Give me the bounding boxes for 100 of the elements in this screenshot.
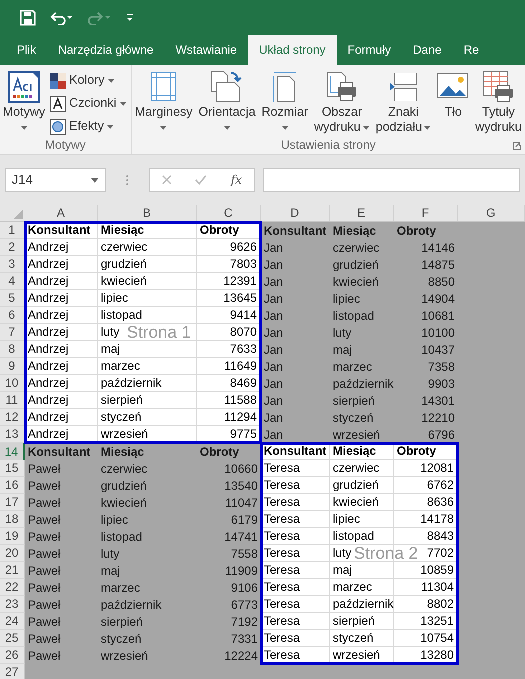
ribbon-tab[interactable]: Plik xyxy=(6,35,48,65)
orientation-icon xyxy=(211,71,244,103)
select-all-icon[interactable] xyxy=(14,210,23,219)
undo-icon[interactable] xyxy=(50,10,74,24)
ribbon-tab[interactable]: Formuły xyxy=(336,35,402,65)
row-header[interactable]: 23 xyxy=(0,596,25,613)
print-area-button[interactable]: Obszar wydruku xyxy=(311,69,373,136)
formula-input[interactable] xyxy=(263,168,520,192)
table-cell: lipiec xyxy=(330,511,394,528)
table-cell: 9626 xyxy=(197,239,261,256)
table-cell: październik xyxy=(98,375,197,392)
themes-button[interactable]: Motywy xyxy=(0,69,48,136)
check-icon[interactable] xyxy=(195,175,208,185)
table-cell: Teresa xyxy=(261,596,330,613)
font-icon xyxy=(50,96,66,112)
ribbon-tab[interactable]: Dane xyxy=(402,35,453,65)
dialog-launcher-icon[interactable] xyxy=(513,142,521,150)
print-titles-button[interactable]: Tytuły wydruku xyxy=(472,69,525,136)
table-cell: Teresa xyxy=(261,477,330,494)
size-button[interactable]: Rozmiar xyxy=(258,69,312,136)
row-header[interactable]: 1 xyxy=(0,222,25,239)
column-header[interactable]: G xyxy=(458,205,525,221)
row-header[interactable]: 14 xyxy=(0,443,25,460)
page-breaks-icon xyxy=(388,72,419,102)
row-header[interactable]: 3 xyxy=(0,256,25,273)
colors-button[interactable]: Kolory xyxy=(50,71,127,90)
ribbon-tab[interactable]: Układ strony xyxy=(248,35,337,65)
background-button[interactable]: Tło xyxy=(434,69,472,136)
row-header[interactable]: 8 xyxy=(0,341,25,358)
table-cell: 8070 xyxy=(197,324,261,341)
row-header[interactable]: 24 xyxy=(0,613,25,630)
row-header[interactable]: 13 xyxy=(0,426,25,443)
cancel-icon[interactable] xyxy=(162,175,172,185)
table-cell: Teresa xyxy=(261,562,330,579)
row-header[interactable]: 16 xyxy=(0,477,25,494)
table-cell: 13251 xyxy=(394,613,458,630)
row-header[interactable]: 9 xyxy=(0,358,25,375)
table-cell: kwiecień xyxy=(98,273,197,290)
table-cell: 8469 xyxy=(197,375,261,392)
table-cell: listopad xyxy=(330,528,394,545)
row-header[interactable]: 17 xyxy=(0,494,25,511)
insert-function-button[interactable]: fx xyxy=(230,171,242,189)
row-header[interactable]: 6 xyxy=(0,307,25,324)
customize-toolbar-icon[interactable] xyxy=(126,14,134,22)
row-header[interactable]: 5 xyxy=(0,290,25,307)
table-cell: styczeń xyxy=(98,409,197,426)
table-cell: 7803 xyxy=(197,256,261,273)
column-header[interactable]: F xyxy=(394,205,458,221)
row-header[interactable]: 18 xyxy=(0,511,25,528)
breaks-button[interactable]: Znaki podziału xyxy=(372,69,434,136)
column-header[interactable]: E xyxy=(330,205,394,221)
table-cell: czerwiec xyxy=(330,460,394,477)
column-header[interactable]: B xyxy=(98,205,197,221)
table-cell: Andrzej xyxy=(25,409,98,426)
table-cell: Andrzej xyxy=(25,256,98,273)
table-cell: 13645 xyxy=(197,290,261,307)
row-header[interactable]: 4 xyxy=(0,273,25,290)
row-header[interactable]: 11 xyxy=(0,392,25,409)
orientation-button[interactable]: Orientacja xyxy=(196,69,259,136)
ribbon-tab[interactable]: Wstawianie xyxy=(164,35,248,65)
row-header[interactable]: 10 xyxy=(0,375,25,392)
page-label: Strona 1 xyxy=(127,324,192,341)
table-cell: Teresa xyxy=(261,528,330,545)
fonts-button[interactable]: Czcionki xyxy=(50,94,127,113)
page-size-icon xyxy=(272,71,298,103)
row-header[interactable]: 12 xyxy=(0,409,25,426)
column-header[interactable]: A xyxy=(25,205,98,221)
effects-button[interactable]: Efekty xyxy=(50,117,127,136)
ribbon-tab[interactable]: Narzędzia główne xyxy=(47,35,165,65)
column-header[interactable]: D xyxy=(261,205,330,221)
drag-handle-icon[interactable] xyxy=(126,174,129,186)
row-header[interactable]: 20 xyxy=(0,545,25,562)
table-cell: Andrzej xyxy=(25,290,98,307)
row-header[interactable]: 7 xyxy=(0,324,25,341)
table-cell: Teresa xyxy=(261,494,330,511)
row-header[interactable]: 25 xyxy=(0,630,25,647)
table-cell: grudzień xyxy=(98,256,197,273)
row-header[interactable]: 19 xyxy=(0,528,25,545)
row-header[interactable]: 26 xyxy=(0,647,25,664)
ribbon-tab[interactable]: Re xyxy=(452,35,490,65)
table-cell: 11588 xyxy=(197,392,261,409)
margins-button[interactable]: Marginesy xyxy=(132,69,196,136)
redo-icon[interactable] xyxy=(88,10,112,24)
table-cell: marzec xyxy=(98,358,197,375)
page-label: Strona 2 xyxy=(354,545,418,562)
table-cell: Andrzej xyxy=(25,375,98,392)
column-header[interactable]: C xyxy=(197,205,261,221)
save-icon[interactable] xyxy=(20,10,36,26)
row-header[interactable]: 15 xyxy=(0,460,25,477)
table-cell: październik xyxy=(330,596,394,613)
name-box[interactable]: J14 xyxy=(5,168,106,192)
row-header[interactable]: 2 xyxy=(0,239,25,256)
row-header[interactable]: 27 xyxy=(0,664,25,679)
margins-icon xyxy=(150,72,177,102)
row-header[interactable]: 22 xyxy=(0,579,25,596)
themes-icon xyxy=(8,71,40,103)
table-cell: 11294 xyxy=(197,409,261,426)
row-header[interactable]: 21 xyxy=(0,562,25,579)
table-cell: 12391 xyxy=(197,273,261,290)
table-cell: 7633 xyxy=(197,341,261,358)
